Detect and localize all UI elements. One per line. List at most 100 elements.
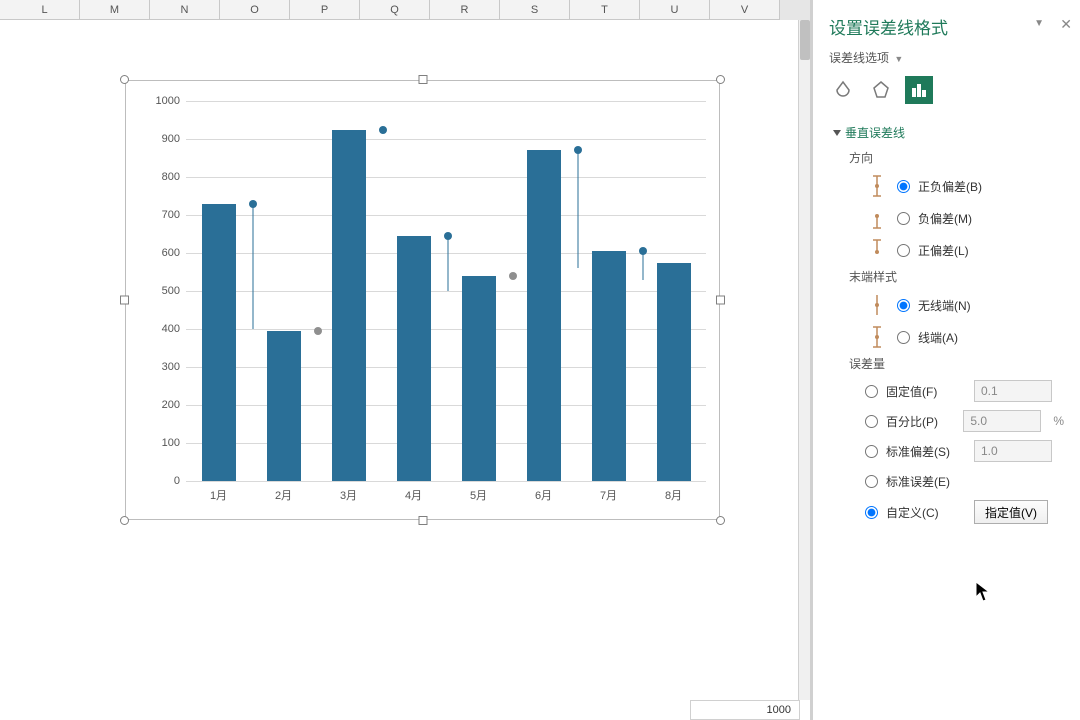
error-stddev-label[interactable]: 标准偏差(S) [886, 443, 966, 460]
error-percent-radio[interactable] [865, 415, 878, 428]
error-bar-options-dropdown[interactable]: 误差线选项 ▼ [813, 45, 1080, 74]
error-bar-marker[interactable] [509, 272, 517, 280]
error-bar-marker[interactable] [444, 232, 452, 240]
percent-sign: % [1053, 414, 1064, 428]
col-header[interactable]: Q [360, 0, 430, 20]
specify-value-button[interactable]: 指定值(V) [974, 500, 1048, 524]
error-percent-label[interactable]: 百分比(P) [886, 413, 955, 430]
effects-icon[interactable] [867, 76, 895, 104]
error-bar-marker[interactable] [249, 200, 257, 208]
y-axis-tick: 100 [146, 437, 186, 449]
resize-handle[interactable] [120, 516, 129, 525]
direction-plus-label[interactable]: 正偏差(L) [918, 242, 969, 259]
error-bar-line[interactable] [577, 150, 578, 268]
error-amount-label: 误差量 [833, 353, 1064, 376]
format-error-bars-pane: 设置误差线格式 ▼ ✕ 误差线选项 ▼ 垂直误差线 方向 正负偏差(B) 负偏差… [812, 0, 1080, 720]
error-bar-options-icon[interactable] [905, 76, 933, 104]
error-custom-radio[interactable] [865, 506, 878, 519]
direction-both-radio[interactable] [897, 180, 910, 193]
error-bar-line[interactable] [642, 251, 643, 280]
y-axis-tick: 700 [146, 209, 186, 221]
chart-bar[interactable] [657, 263, 691, 482]
vertical-error-bar-section[interactable]: 垂直误差线 [833, 118, 1064, 147]
chart-bar[interactable] [462, 276, 496, 481]
resize-handle[interactable] [716, 75, 725, 84]
error-fixed-label[interactable]: 固定值(F) [886, 383, 966, 400]
resize-handle[interactable] [418, 516, 427, 525]
x-axis-tick: 7月 [579, 481, 639, 503]
error-fixed-radio[interactable] [865, 385, 878, 398]
error-bar-marker[interactable] [639, 247, 647, 255]
end-none-radio[interactable] [897, 299, 910, 312]
error-bar-marker[interactable] [314, 327, 322, 335]
y-axis-tick: 900 [146, 133, 186, 145]
resize-handle[interactable] [716, 516, 725, 525]
plot-area[interactable]: 010020030040050060070080090010001月2月3月4月… [186, 101, 706, 481]
error-bar-options-label: 误差线选项 [829, 51, 889, 65]
col-header[interactable]: V [710, 0, 780, 20]
direction-minus-radio[interactable] [897, 212, 910, 225]
resize-handle[interactable] [120, 296, 129, 305]
col-header[interactable]: L [10, 0, 80, 20]
end-none-label[interactable]: 无线端(N) [918, 297, 971, 314]
col-header[interactable]: P [290, 0, 360, 20]
y-axis-tick: 500 [146, 285, 186, 297]
resize-handle[interactable] [716, 296, 725, 305]
col-header[interactable]: S [500, 0, 570, 20]
error-bar-line[interactable] [252, 204, 253, 329]
y-axis-tick: 200 [146, 399, 186, 411]
chart-object[interactable]: 010020030040050060070080090010001月2月3月4月… [120, 75, 725, 525]
y-axis-tick: 1000 [146, 95, 186, 107]
x-axis-tick: 1月 [189, 481, 249, 503]
col-header[interactable]: T [570, 0, 640, 20]
error-fixed-input [974, 380, 1052, 402]
resize-handle[interactable] [120, 75, 129, 84]
col-header[interactable]: R [430, 0, 500, 20]
pane-options-dropdown-icon[interactable]: ▼ [1034, 18, 1044, 29]
error-stderr-radio[interactable] [865, 475, 878, 488]
both-icon [865, 174, 889, 198]
chart-frame[interactable]: 010020030040050060070080090010001月2月3月4月… [125, 80, 720, 520]
cap-icon [865, 325, 889, 349]
plus-icon [865, 238, 889, 262]
end-style-label: 末端样式 [833, 266, 1064, 289]
chart-bar[interactable] [202, 204, 236, 481]
chart-bar[interactable] [527, 150, 561, 481]
col-header[interactable]: N [150, 0, 220, 20]
end-cap-label[interactable]: 线端(A) [918, 329, 958, 346]
col-header[interactable]: M [80, 0, 150, 20]
direction-both-label[interactable]: 正负偏差(B) [918, 178, 982, 195]
x-axis-tick: 2月 [254, 481, 314, 503]
no-cap-icon [865, 293, 889, 317]
col-header[interactable]: U [640, 0, 710, 20]
column-headers: L M N O P Q R S T U V [0, 0, 810, 20]
x-axis-tick: 8月 [644, 481, 704, 503]
x-axis-tick: 6月 [514, 481, 574, 503]
chart-bar[interactable] [267, 331, 301, 481]
direction-minus-label[interactable]: 负偏差(M) [918, 210, 972, 227]
scrollbar-thumb[interactable] [800, 20, 810, 60]
error-bar-marker[interactable] [379, 126, 387, 134]
chevron-down-icon: ▼ [894, 54, 903, 64]
direction-label: 方向 [833, 147, 1064, 170]
x-axis-tick: 3月 [319, 481, 379, 503]
y-axis-tick: 600 [146, 247, 186, 259]
error-stderr-label[interactable]: 标准误差(E) [886, 473, 966, 490]
cell-value[interactable]: 1000 [690, 700, 800, 720]
chart-bar[interactable] [592, 251, 626, 481]
error-bar-marker[interactable] [574, 146, 582, 154]
error-custom-label[interactable]: 自定义(C) [886, 504, 966, 521]
error-bar-line[interactable] [447, 236, 448, 291]
col-header[interactable]: O [220, 0, 290, 20]
collapse-arrow-icon [833, 130, 841, 136]
error-stddev-radio[interactable] [865, 445, 878, 458]
chart-bar[interactable] [332, 130, 366, 482]
vertical-scrollbar[interactable] [798, 20, 810, 700]
resize-handle[interactable] [418, 75, 427, 84]
end-cap-radio[interactable] [897, 331, 910, 344]
direction-plus-radio[interactable] [897, 244, 910, 257]
y-axis-tick: 0 [146, 475, 186, 487]
fill-line-icon[interactable] [829, 76, 857, 104]
close-icon[interactable]: ✕ [1060, 16, 1072, 33]
chart-bar[interactable] [397, 236, 431, 481]
